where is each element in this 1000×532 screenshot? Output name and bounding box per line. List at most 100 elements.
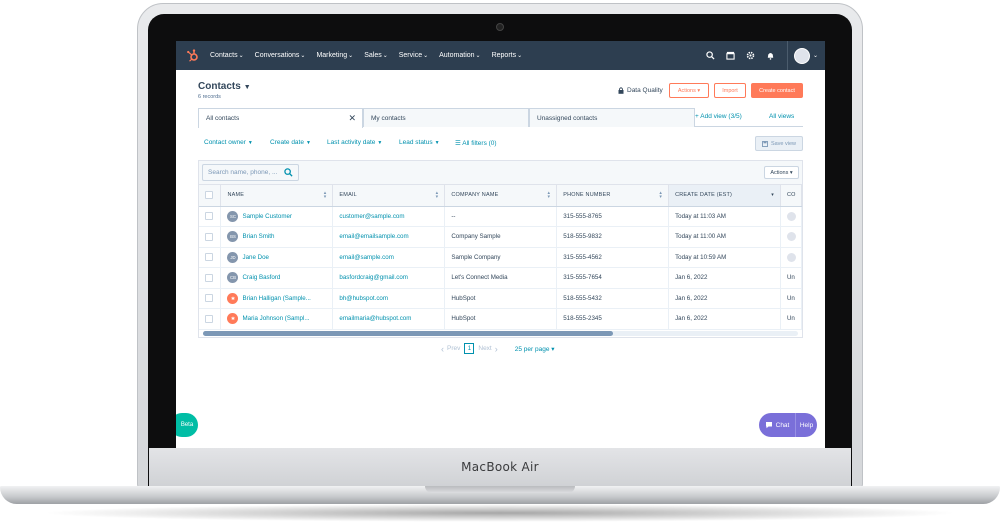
laptop-stage: MacBook Air Contacts⌄ Conversations⌄ Mar… [0, 0, 1000, 532]
row-checkbox[interactable] [205, 212, 213, 221]
beta-badge[interactable]: Beta [176, 413, 198, 437]
nav-divider [786, 41, 788, 70]
contact-email-link[interactable]: email@sample.com [332, 247, 446, 268]
laptop-notch [425, 486, 575, 493]
help-button[interactable]: Help [796, 422, 817, 429]
contact-phone: 315-555-8765 [556, 206, 670, 227]
contact-name-link[interactable]: Maria Johnson (Sampl... [242, 315, 309, 322]
table-row[interactable]: ✱ Maria Johnson (Sampl... emailmaria@hubs… [199, 308, 803, 330]
sort-icon: ▴ ▾ [323, 190, 327, 200]
hubspot-logo-icon[interactable] [186, 48, 200, 63]
filter-last-activity-date[interactable]: Last activity date ▼ [327, 139, 382, 146]
table-row[interactable]: JD Jane Doe email@sample.com Sample Compa… [199, 247, 803, 268]
pagination: ‹ Prev 1 Next › 25 per page ▾ [438, 343, 555, 354]
page-number-current[interactable]: 1 [464, 343, 475, 354]
filter-lead-status[interactable]: Lead status ▼ [399, 139, 440, 146]
contact-owner: Un [780, 288, 803, 309]
sort-icon: ▴ ▾ [659, 190, 663, 200]
search-icon [284, 168, 293, 179]
chevron-down-icon[interactable]: ⌄ [813, 52, 818, 59]
nav-sales[interactable]: Sales⌄ [364, 52, 388, 59]
table-header-row: NAME ▴ ▾ EMAIL ▴ ▾ COMPANY NAME ▴ ▾ PHONE NUMB… [199, 185, 803, 207]
hubspot-sprocket-icon: ✱ [227, 313, 239, 325]
import-button[interactable]: Import [714, 83, 746, 98]
all-filters-button[interactable]: ☰ All filters (0) [455, 139, 497, 147]
chevron-left-icon[interactable]: ‹ [441, 344, 444, 354]
contact-name-link[interactable]: Jane Doe [242, 254, 269, 261]
actions-button[interactable]: Actions ▾ [669, 83, 709, 98]
table-row[interactable]: CB Craig Basford basfordcraig@gmail.com L… [199, 267, 803, 289]
search-icon[interactable] [701, 51, 721, 60]
close-icon[interactable]: ✕ [348, 113, 356, 124]
column-header-name[interactable]: NAME ▴ ▾ [220, 185, 334, 207]
prev-page-link[interactable]: Prev [447, 345, 460, 352]
contact-owner: Un [780, 308, 803, 330]
contact-name-link[interactable]: Brian Smith [242, 233, 274, 240]
column-header-create-date[interactable]: CREATE DATE (EST) ▾ [668, 185, 781, 207]
contact-name-link[interactable]: Sample Customer [242, 213, 292, 220]
per-page-select[interactable]: 25 per page ▾ [515, 345, 555, 353]
row-checkbox[interactable] [205, 273, 213, 282]
contact-owner [780, 206, 803, 227]
app-screen: Contacts⌄ Conversations⌄ Marketing⌄ Sale… [176, 41, 825, 448]
save-view-button[interactable]: Save view [755, 136, 803, 151]
nav-automation[interactable]: Automation⌄ [439, 52, 480, 59]
contact-company: HubSpot [444, 308, 558, 330]
filter-contact-owner[interactable]: Contact owner ▼ [204, 139, 253, 146]
tab-unassigned-contacts[interactable]: Unassigned contacts [529, 108, 695, 127]
contact-owner [780, 226, 803, 248]
row-checkbox[interactable] [205, 232, 213, 241]
search-input[interactable]: Search name, phone, ... [202, 164, 299, 181]
table-row[interactable]: ✱ Brian Halligan (Sample... bh@hubspot.co… [199, 288, 803, 309]
user-avatar[interactable] [793, 47, 810, 64]
contact-email-link[interactable]: customer@sample.com [332, 206, 446, 227]
filter-create-date[interactable]: Create date ▼ [270, 139, 311, 146]
nav-conversations[interactable]: Conversations⌄ [255, 52, 306, 59]
column-header-email[interactable]: EMAIL ▴ ▾ [332, 185, 446, 207]
chat-bubble-icon [765, 422, 772, 429]
contact-company: Let's Connect Media [444, 267, 558, 289]
nav-marketing[interactable]: Marketing⌄ [316, 52, 353, 59]
gear-icon[interactable] [741, 51, 761, 60]
contact-create-date: Today at 11:00 AM [668, 226, 781, 248]
column-header-phone[interactable]: PHONE NUMBER ▴ ▾ [556, 185, 670, 207]
contact-email-link[interactable]: basfordcraig@gmail.com [332, 267, 446, 289]
chevron-right-icon[interactable]: › [495, 344, 498, 354]
contact-phone: 315-555-4562 [556, 247, 670, 268]
owner-avatar-icon [786, 232, 796, 242]
marketplace-icon[interactable] [721, 51, 741, 60]
nav-reports[interactable]: Reports⌄ [492, 52, 523, 59]
column-header-owner[interactable]: CO [780, 185, 803, 207]
add-view-link[interactable]: + Add view (3/5) [695, 113, 742, 120]
create-contact-button[interactable]: Create contact [751, 83, 803, 98]
contact-email-link[interactable]: emailmaria@hubspot.com [332, 308, 446, 330]
horizontal-scrollbar[interactable] [203, 331, 798, 336]
scrollbar-thumb[interactable] [203, 331, 613, 336]
bell-icon[interactable] [761, 51, 781, 60]
column-header-company[interactable]: COMPANY NAME ▴ ▾ [444, 185, 558, 207]
nav-contacts[interactable]: Contacts⌄ [210, 52, 244, 59]
tab-all-contacts[interactable]: All contacts ✕ [198, 108, 363, 128]
contact-create-date: Jan 6, 2022 [668, 288, 781, 309]
contact-name-link[interactable]: Craig Basford [242, 274, 280, 281]
contacts-table-container: Search name, phone, ... Actions ▾ NAME ▴ ▾… [198, 160, 803, 338]
data-quality-link[interactable]: Data Quality [618, 87, 663, 94]
nav-service[interactable]: Service⌄ [399, 52, 428, 59]
row-checkbox[interactable] [205, 314, 213, 323]
row-checkbox[interactable] [205, 294, 213, 303]
all-views-link[interactable]: All views [769, 113, 794, 120]
contact-name-link[interactable]: Brian Halligan (Sample... [242, 295, 310, 302]
contact-avatar: JD [227, 251, 239, 263]
contact-email-link[interactable]: bh@hubspot.com [332, 288, 446, 309]
tab-my-contacts[interactable]: My contacts [363, 108, 529, 127]
select-all-checkbox[interactable] [205, 191, 213, 200]
table-row[interactable]: SC Sample Customer customer@sample.com --… [199, 206, 803, 227]
page-title[interactable]: Contacts ▼ [198, 81, 251, 92]
next-page-link[interactable]: Next [478, 345, 491, 352]
row-checkbox[interactable] [205, 253, 213, 262]
table-actions-button[interactable]: Actions ▾ [764, 166, 799, 179]
table-row[interactable]: BS Brian Smith email@emailsample.com Comp… [199, 226, 803, 248]
contact-avatar: CB [227, 272, 239, 284]
chat-button[interactable]: Chat [759, 413, 796, 437]
contact-email-link[interactable]: email@emailsample.com [332, 226, 446, 248]
